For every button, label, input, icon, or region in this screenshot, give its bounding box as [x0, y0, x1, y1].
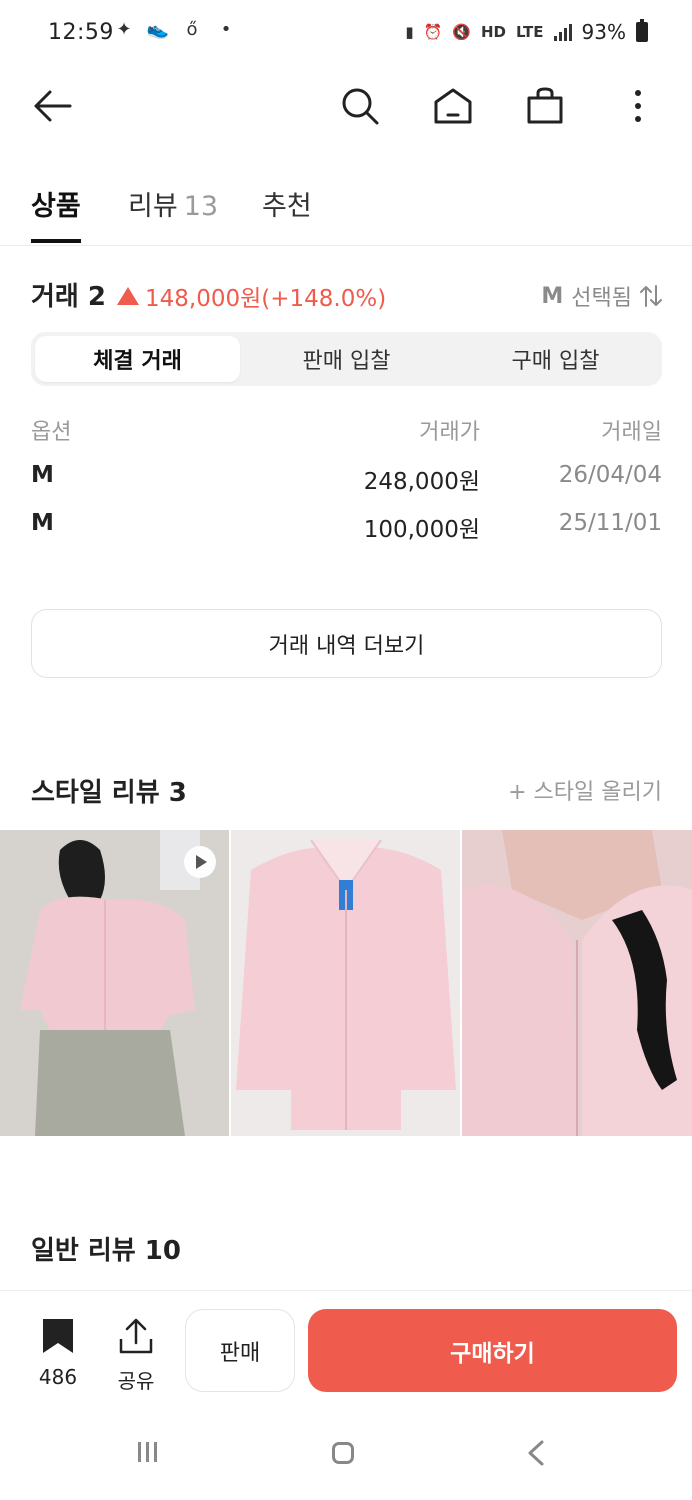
status-time: 12:59 — [48, 20, 114, 45]
tab-review-label: 리뷰 — [128, 191, 178, 222]
status-notification-icons: ✦ 👟 ő • — [112, 18, 238, 42]
sort-arrows-icon — [640, 285, 662, 307]
back-arrow-icon — [34, 90, 72, 122]
column-option: 옵션 — [31, 420, 72, 445]
segment-sell-bids[interactable]: 판매 입찰 — [244, 336, 449, 382]
active-tab-indicator — [31, 239, 81, 243]
more-notifications-dot-icon: • — [220, 19, 232, 40]
row-date: 25/11/01 — [558, 510, 662, 536]
share-icon — [119, 1318, 153, 1354]
price-up-icon — [117, 287, 139, 305]
buy-button[interactable]: 구매하기 — [308, 1309, 677, 1392]
table-row: M 248,000원 26/04/04 — [31, 456, 662, 504]
row-price: 248,000원 — [363, 469, 480, 495]
battery-percent: 93% — [581, 20, 626, 44]
app-notification-icon: ✦ — [116, 19, 132, 40]
trade-count-title: 거래 2 — [31, 282, 106, 312]
back-nav-icon[interactable] — [526, 1440, 546, 1466]
style-review-header: 스타일 리뷰 3 + 스타일 올리기 — [31, 772, 662, 808]
style-photo[interactable] — [231, 830, 460, 1136]
top-app-bar — [0, 70, 692, 142]
hd-voice-icon: HD — [480, 23, 506, 41]
home-nav-icon[interactable] — [332, 1442, 354, 1464]
lte-icon: LTE — [515, 23, 544, 41]
bookmark-count: 486 — [38, 1365, 78, 1389]
trade-summary: 거래 2 148,000원(+148.0%) M 선택됨 — [31, 276, 662, 312]
bookmark-icon — [43, 1319, 73, 1353]
segment-buy-bids[interactable]: 구매 입찰 — [453, 336, 658, 382]
segment-completed-trades[interactable]: 체결 거래 — [35, 336, 240, 382]
more-vertical-icon — [635, 90, 641, 122]
search-icon — [342, 88, 379, 125]
home-icon — [434, 88, 472, 124]
selected-size-label: 선택됨 — [571, 286, 632, 311]
selected-size-value: M — [541, 283, 564, 309]
status-system-icons: ▮ ⏰ 🔇 HD LTE 93% — [405, 19, 648, 44]
mute-icon: 🔇 — [452, 23, 471, 41]
general-review-title: 일반 리뷰 10 — [31, 1236, 181, 1266]
row-option: M — [31, 510, 54, 536]
table-row: M 100,000원 25/11/01 — [31, 504, 662, 552]
shopping-bag-icon — [527, 87, 563, 124]
alarm-icon: ⏰ — [423, 23, 443, 41]
search-button[interactable] — [338, 84, 382, 128]
trade-table-header: 옵션 거래가 거래일 — [31, 408, 662, 456]
column-date: 거래일 — [601, 420, 662, 445]
style-photo-image — [462, 830, 692, 1136]
trade-type-segment: 체결 거래 판매 입찰 구매 입찰 — [31, 332, 662, 386]
status-bar: 12:59 ✦ 👟 ő • ▮ ⏰ 🔇 HD LTE 93% — [0, 0, 692, 68]
battery-icon — [636, 19, 648, 42]
column-price: 거래가 — [419, 420, 480, 445]
upload-style-link[interactable]: + 스타일 올리기 — [508, 774, 662, 806]
style-review-title: 스타일 리뷰 3 — [31, 778, 187, 808]
sneaker-icon: 👟 — [146, 19, 170, 40]
product-tabs: 상품 리뷰 13 추천 — [0, 160, 692, 246]
tab-review[interactable]: 리뷰 13 — [128, 184, 218, 223]
bookmark-button[interactable]: 486 — [30, 1317, 86, 1389]
tab-recommend[interactable]: 추천 — [262, 184, 312, 223]
row-option: M — [31, 462, 54, 488]
share-button[interactable]: 공유 — [108, 1317, 164, 1394]
tab-product[interactable]: 상품 — [31, 184, 81, 223]
home-button[interactable] — [431, 84, 475, 128]
share-label: 공유 — [117, 1369, 155, 1393]
system-nav-bar — [0, 1420, 692, 1500]
style-photo[interactable] — [462, 830, 692, 1136]
bottom-action-bar: 486 공유 판매 구매하기 — [0, 1290, 692, 1410]
recent-apps-icon[interactable] — [138, 1442, 157, 1462]
battery-saver-icon: ▮ — [405, 23, 414, 41]
trade-table: 옵션 거래가 거래일 M 248,000원 26/04/04 M 100,000… — [31, 408, 662, 552]
tab-review-count: 13 — [183, 191, 219, 222]
shopping-bag-button[interactable] — [523, 84, 567, 128]
size-selector[interactable]: M 선택됨 — [541, 280, 662, 312]
style-photo-image — [231, 830, 460, 1136]
signal-icon — [553, 23, 572, 41]
video-play-icon — [184, 846, 216, 878]
style-photo[interactable] — [0, 830, 229, 1136]
row-price: 100,000원 — [363, 517, 480, 543]
price-change-value: 148,000원(+148.0%) — [145, 286, 387, 312]
back-button[interactable] — [30, 84, 74, 128]
more-options-button[interactable] — [616, 84, 660, 128]
row-date: 26/04/04 — [558, 462, 662, 488]
app-notification-icon: ő — [186, 19, 198, 40]
sell-button[interactable]: 판매 — [185, 1309, 295, 1392]
price-change: 148,000원(+148.0%) — [117, 279, 386, 313]
more-trade-history-button[interactable]: 거래 내역 더보기 — [31, 609, 662, 678]
style-review-photos — [0, 830, 692, 1136]
